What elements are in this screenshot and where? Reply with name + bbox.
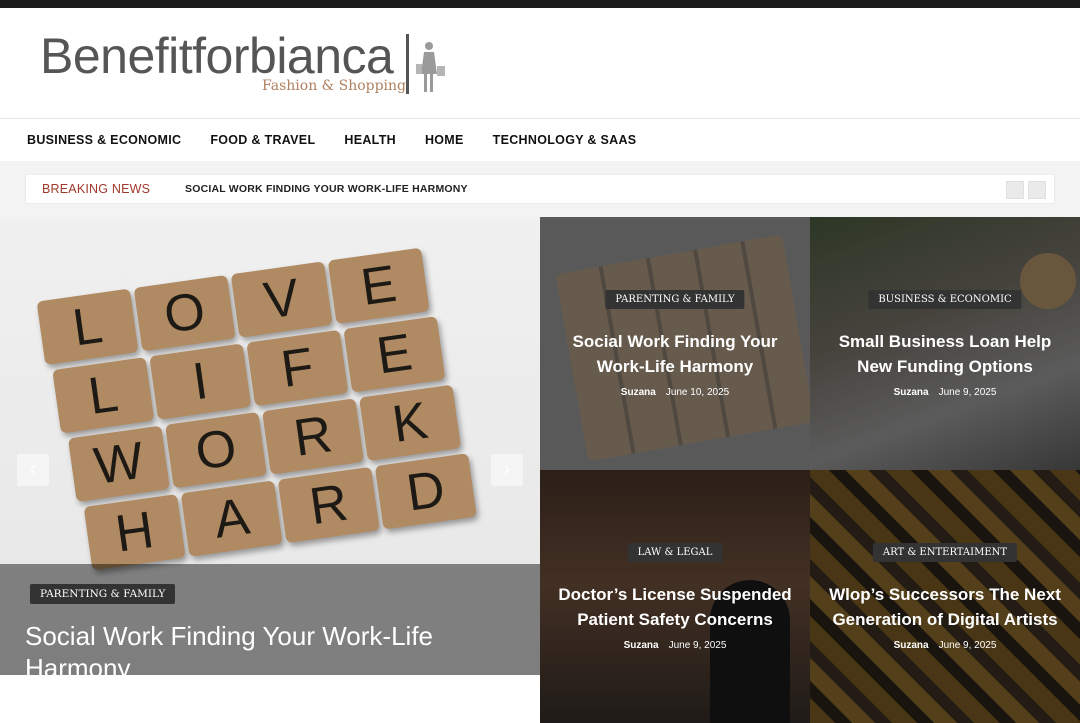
card-date: June 9, 2025 xyxy=(938,640,997,651)
nav-item-home[interactable]: HOME xyxy=(425,133,464,147)
post-card[interactable]: PARENTING & FAMILY Social Work Finding Y… xyxy=(540,217,810,470)
chevron-left-icon: ‹ xyxy=(29,458,37,480)
card-title[interactable]: Wlop’s Successors The Next Generation of… xyxy=(810,582,1080,632)
card-category-badge[interactable]: ART & ENTERTAIMENT xyxy=(872,543,1018,562)
post-card[interactable]: ART & ENTERTAIMENT Wlop’s Successors The… xyxy=(810,470,1080,723)
card-author[interactable]: Suzana xyxy=(621,387,656,398)
breaking-news-section: BREAKING NEWS SOCIAL WORK FINDING YOUR W… xyxy=(0,161,1080,217)
tile: R xyxy=(262,398,365,475)
main-nav: BUSINESS & ECONOMIC FOOD & TRAVEL HEALTH… xyxy=(0,119,1080,161)
card-category-badge[interactable]: PARENTING & FAMILY xyxy=(605,290,745,309)
tile: A xyxy=(180,480,283,557)
breaking-news-label: BREAKING NEWS xyxy=(42,182,151,196)
card-author[interactable]: Suzana xyxy=(624,640,659,651)
card-meta: Suzana June 9, 2025 xyxy=(540,640,810,651)
card-meta: Suzana June 10, 2025 xyxy=(540,387,810,398)
site-logo-title[interactable]: Benefitforbianca xyxy=(40,28,394,84)
card-category-badge[interactable]: LAW & LEGAL xyxy=(627,543,723,562)
tile: O xyxy=(164,411,267,489)
tile: W xyxy=(67,425,170,503)
card-author[interactable]: Suzana xyxy=(894,387,929,398)
chevron-right-icon: › xyxy=(503,458,511,480)
breaking-news-headline[interactable]: SOCIAL WORK FINDING YOUR WORK-LIFE HARMO… xyxy=(185,183,468,195)
card-date: June 10, 2025 xyxy=(665,387,730,398)
card-date: June 9, 2025 xyxy=(938,387,997,398)
tile: R xyxy=(277,466,380,544)
card-author[interactable]: Suzana xyxy=(894,640,929,651)
hero-category-badge[interactable]: PARENTING & FAMILY xyxy=(30,584,176,604)
tile: E xyxy=(343,316,446,393)
logo-divider xyxy=(406,34,409,94)
post-card[interactable]: BUSINESS & ECONOMIC Small Business Loan … xyxy=(810,217,1080,470)
tile: L xyxy=(36,288,139,366)
breaking-prev-button[interactable] xyxy=(1006,181,1024,199)
card-title[interactable]: Social Work Finding Your Work-Life Harmo… xyxy=(540,329,810,379)
shopper-figure-icon xyxy=(416,42,445,92)
hero-title[interactable]: Social Work Finding Your Work-Life Harmo… xyxy=(25,620,525,684)
breaking-news-bar: BREAKING NEWS SOCIAL WORK FINDING YOUR W… xyxy=(25,174,1055,204)
tile: K xyxy=(359,384,462,462)
site-tagline: Fashion & Shopping xyxy=(262,78,407,94)
tile: L xyxy=(52,357,155,434)
tile: D xyxy=(374,453,477,530)
post-card[interactable]: LAW & LEGAL Doctor’s License Suspended P… xyxy=(540,470,810,723)
card-date: June 9, 2025 xyxy=(668,640,727,651)
card-meta: Suzana June 9, 2025 xyxy=(810,387,1080,398)
nav-item-health[interactable]: HEALTH xyxy=(344,133,396,147)
card-category-badge[interactable]: BUSINESS & ECONOMIC xyxy=(868,290,1022,309)
tile: F xyxy=(246,329,349,407)
card-title[interactable]: Small Business Loan Help New Funding Opt… xyxy=(810,329,1080,379)
card-meta: Suzana June 9, 2025 xyxy=(810,640,1080,651)
tile: V xyxy=(230,261,333,338)
card-title[interactable]: Doctor’s License Suspended Patient Safet… xyxy=(540,582,810,632)
nav-item-business-economic[interactable]: BUSINESS & ECONOMIC xyxy=(27,133,181,147)
top-bar xyxy=(0,0,1080,8)
breaking-next-button[interactable] xyxy=(1028,181,1046,199)
tile: H xyxy=(83,494,186,571)
nav-item-food-travel[interactable]: FOOD & TRAVEL xyxy=(210,133,315,147)
slider-next-button[interactable]: › xyxy=(491,454,523,486)
tile: I xyxy=(149,343,252,420)
tile: O xyxy=(133,274,236,352)
site-header: Benefitforbianca Fashion & Shopping xyxy=(0,8,1080,118)
nav-item-technology-saas[interactable]: TECHNOLOGY & SAAS xyxy=(493,133,637,147)
slider-prev-button[interactable]: ‹ xyxy=(17,454,49,486)
tile: E xyxy=(327,247,430,325)
